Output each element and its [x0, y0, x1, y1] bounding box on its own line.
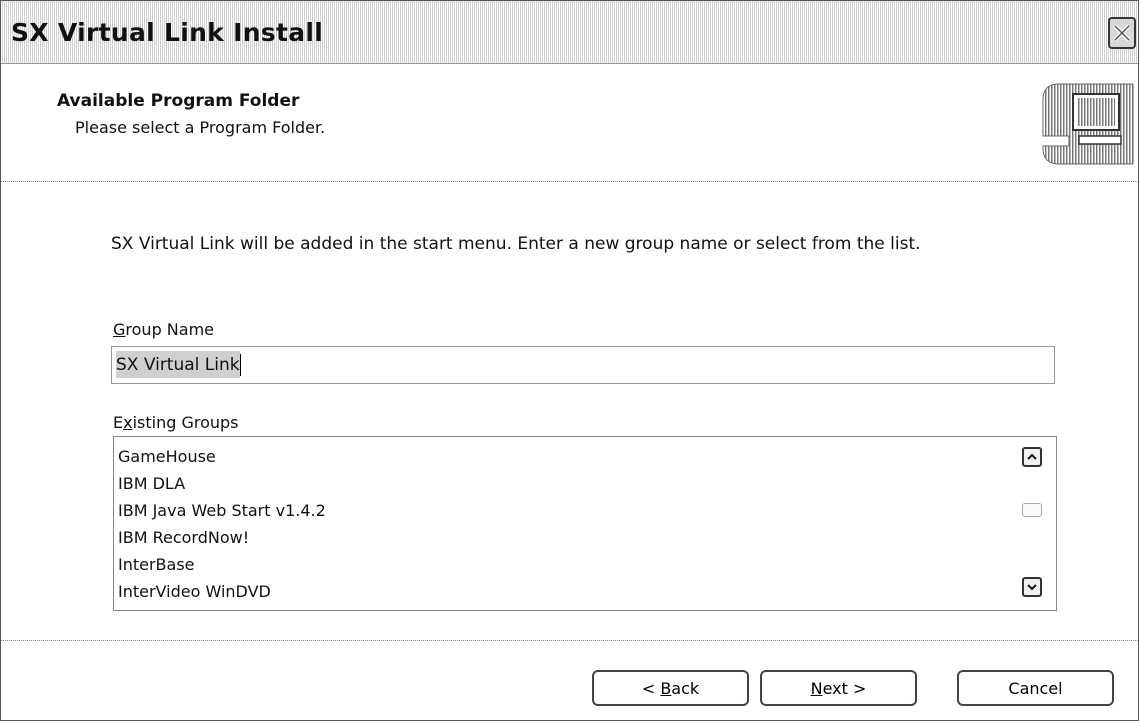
header-title: Available Program Folder: [57, 91, 300, 111]
existing-groups-list[interactable]: GameHouse IBM DLA IBM Java Web Start v1.…: [113, 436, 1057, 611]
existing-groups-label: Existing Groups: [113, 413, 239, 432]
footer-divider: [1, 640, 1138, 641]
wizard-header: Available Program Folder Please select a…: [1, 64, 1138, 182]
list-item[interactable]: InterBase: [118, 555, 195, 574]
installer-window: SX Virtual Link Install Available Progra…: [0, 0, 1139, 721]
list-item[interactable]: GameHouse: [118, 447, 216, 466]
group-name-label-rest: roup Name: [125, 320, 215, 339]
list-item[interactable]: IBM DLA: [118, 474, 185, 493]
existing-groups-label-pre: E: [113, 413, 124, 432]
list-item[interactable]: IBM Java Web Start v1.4.2: [118, 501, 326, 520]
next-mnemonic: N: [810, 679, 823, 698]
scroll-up-button[interactable]: [1022, 447, 1042, 467]
scrollbar-thumb[interactable]: [1022, 503, 1042, 517]
computer-icon: [1042, 83, 1134, 165]
next-label-rest: ext >: [822, 679, 867, 698]
instruction-text: SX Virtual Link will be added in the sta…: [111, 234, 921, 254]
scroll-down-button[interactable]: [1022, 577, 1042, 597]
next-button[interactable]: Next >: [760, 670, 917, 706]
chevron-down-icon: [1027, 584, 1037, 591]
list-item[interactable]: InterVideo WinDVD: [118, 582, 271, 601]
text-cursor: [239, 354, 241, 376]
group-name-value: SX Virtual Link: [116, 351, 240, 378]
back-label-rest: ack: [671, 679, 700, 698]
header-subtitle: Please select a Program Folder.: [75, 118, 326, 137]
back-prefix: <: [641, 679, 661, 698]
close-icon: [1113, 24, 1131, 42]
group-name-label: Group Name: [113, 320, 214, 339]
chevron-up-icon: [1027, 453, 1037, 460]
existing-groups-label-rest: isting Groups: [132, 413, 239, 432]
title-bar[interactable]: SX Virtual Link Install: [1, 1, 1138, 64]
back-button[interactable]: < Back: [592, 670, 749, 706]
group-name-mnemonic: G: [113, 320, 126, 339]
existing-groups-mnemonic: x: [123, 413, 133, 432]
close-button[interactable]: [1108, 17, 1136, 49]
cancel-button[interactable]: Cancel: [957, 670, 1114, 706]
back-mnemonic: B: [660, 679, 672, 698]
window-title: SX Virtual Link Install: [11, 18, 324, 47]
list-item[interactable]: IBM RecordNow!: [118, 528, 249, 547]
group-name-input[interactable]: SX Virtual Link: [111, 346, 1055, 384]
